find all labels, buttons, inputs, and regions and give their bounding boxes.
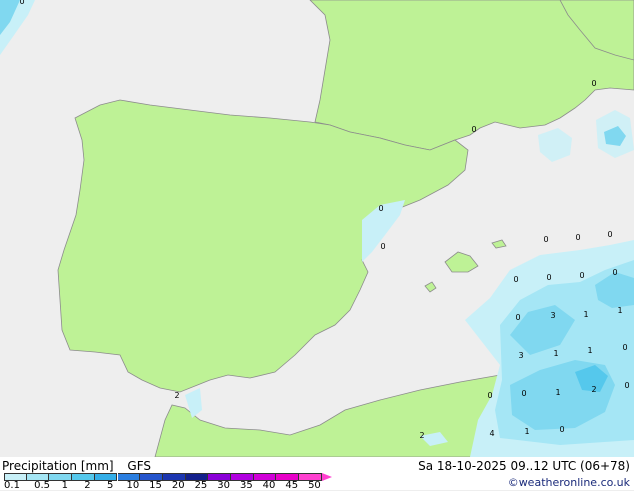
precip-value-mark: 0 [378, 204, 383, 213]
legend-label: 10 [126, 480, 140, 491]
precip-value-mark: 0 [591, 79, 596, 88]
precip-value-mark: 0 [559, 425, 564, 434]
precip-value-mark: 0 [521, 389, 526, 398]
legend-label: 35 [239, 480, 253, 491]
precip-value-mark: 0 [471, 125, 476, 134]
legend-label: 0.1 [4, 480, 20, 491]
legend-label: 50 [308, 480, 321, 491]
precip-value-mark: 4 [489, 429, 494, 438]
precip-value-mark: 0 [543, 235, 548, 244]
precip-value-mark: 2 [419, 431, 424, 440]
legend-label: 5 [106, 480, 114, 491]
precip-value-mark: 1 [553, 349, 558, 358]
legend-title-text: Precipitation [mm] [2, 459, 114, 473]
legend-title: Precipitation [mm] GFS [2, 459, 151, 473]
precipitation-map: 0 0 0 0 0 0 0 0 0 0 0 0 1 1 0 0 3 1 1 0 0 3 0 1 2 4 1 0 2 2 [0, 0, 634, 457]
precip-value-mark: 3 [550, 311, 555, 320]
precip-value-mark: 0 [546, 273, 551, 282]
precip-value-mark: 1 [583, 310, 588, 319]
legend-label: 40 [262, 480, 276, 491]
legend-label: 20 [171, 480, 185, 491]
legend-overflow-arrow [321, 473, 332, 481]
precip-value-mark: 0 [487, 391, 492, 400]
legend-label: 0.5 [34, 480, 50, 491]
precip-value-mark: 0 [575, 233, 580, 242]
precip-value-mark: 0 [579, 271, 584, 280]
credit-link[interactable]: ©weatheronline.co.uk [508, 476, 630, 489]
valid-time: Sa 18-10-2025 09..12 UTC (06+78) [418, 459, 630, 473]
precip-value-mark: 3 [518, 351, 523, 360]
precip-value-mark: 1 [617, 306, 622, 315]
legend-label: 30 [217, 480, 231, 491]
precip-value-mark: 1 [524, 427, 529, 436]
precip-value-mark: 2 [174, 391, 179, 400]
precip-value-mark: 0 [612, 268, 617, 277]
precip-value-mark: 0 [607, 230, 612, 239]
precip-value-mark: 0 [19, 0, 24, 6]
precip-value-mark: 1 [555, 388, 560, 397]
legend-label: 45 [285, 480, 299, 491]
legend-label: 2 [84, 480, 91, 491]
precip-value-mark: 0 [380, 242, 385, 251]
legend-label: 15 [149, 480, 162, 491]
precip-value-mark: 1 [587, 346, 592, 355]
legend-label: 1 [61, 480, 68, 491]
precip-value-mark: 0 [624, 381, 629, 390]
legend-label: 25 [194, 480, 208, 491]
precip-value-mark: 0 [513, 275, 518, 284]
precip-value-mark: 0 [515, 313, 520, 322]
legend-model: GFS [127, 459, 151, 473]
precip-value-mark: 2 [591, 385, 596, 394]
precip-value-mark: 0 [622, 343, 627, 352]
